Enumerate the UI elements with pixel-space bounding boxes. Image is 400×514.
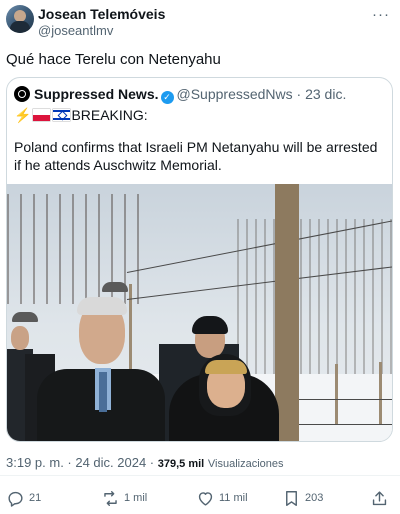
share-button[interactable]	[370, 488, 393, 508]
divider	[0, 475, 400, 476]
views-label: Visualizaciones	[207, 458, 284, 470]
heart-icon	[198, 491, 213, 506]
views-count: 379,5 mil	[157, 458, 205, 470]
author-avatar[interactable]	[6, 5, 34, 33]
quoted-breaking-line: ⚡ BREAKING:	[14, 106, 148, 124]
quoted-avatar[interactable]	[14, 86, 30, 102]
fence-post	[275, 184, 299, 441]
bookmark-button[interactable]: 203	[282, 488, 323, 508]
quoted-tweet[interactable]: Suppressed News. ✓ @SuppressedNws · 23 dic…	[6, 77, 393, 442]
tweet-text: Qué hace Terelu con Netenyahu	[6, 51, 221, 68]
reply-icon	[8, 491, 23, 507]
like-button[interactable]: 11 mil	[196, 488, 248, 508]
repost-icon	[104, 490, 117, 506]
timestamp[interactable]: 3:19 p. m. · 24 dic. 2024 ·	[6, 455, 154, 470]
author-name[interactable]: Josean Telemóveis	[38, 6, 165, 22]
quoted-photo[interactable]	[7, 184, 392, 441]
quoted-author-name: Suppressed News.	[34, 86, 159, 102]
more-icon[interactable]: ···	[372, 6, 390, 23]
bookmark-count: 203	[305, 492, 324, 504]
tweet-meta: 3:19 p. m. · 24 dic. 2024 · 379,5 mil Vi…	[6, 455, 284, 472]
author-handle[interactable]: @joseantlmv	[38, 23, 113, 39]
quoted-date: · 23 dic.	[296, 86, 347, 102]
israel-flag-icon	[53, 109, 71, 121]
quoted-author-handle: @SuppressedNws	[176, 86, 293, 102]
reply-button[interactable]: 21	[6, 488, 41, 508]
breaking-label: BREAKING:	[71, 107, 148, 123]
verified-icon: ✓	[160, 91, 174, 104]
poland-flag-icon	[33, 109, 51, 121]
action-bar: 21 1 mil 11 mil 203	[6, 488, 394, 508]
repost-button[interactable]: 1 mil	[101, 488, 147, 508]
tweet-header: Josean Telemóveis @joseantlmv ···	[6, 5, 394, 39]
reply-count: 21	[29, 492, 42, 504]
bookmark-icon	[286, 490, 297, 506]
quoted-header: Suppressed News. ✓ @SuppressedNws · 23 dic…	[14, 85, 389, 104]
share-icon	[372, 490, 387, 505]
like-count: 11 mil	[219, 492, 248, 504]
lightning-icon: ⚡	[14, 107, 32, 123]
repost-count: 1 mil	[124, 492, 148, 504]
quoted-text: Poland confirms that Israeli PM Netanyah…	[14, 139, 378, 173]
